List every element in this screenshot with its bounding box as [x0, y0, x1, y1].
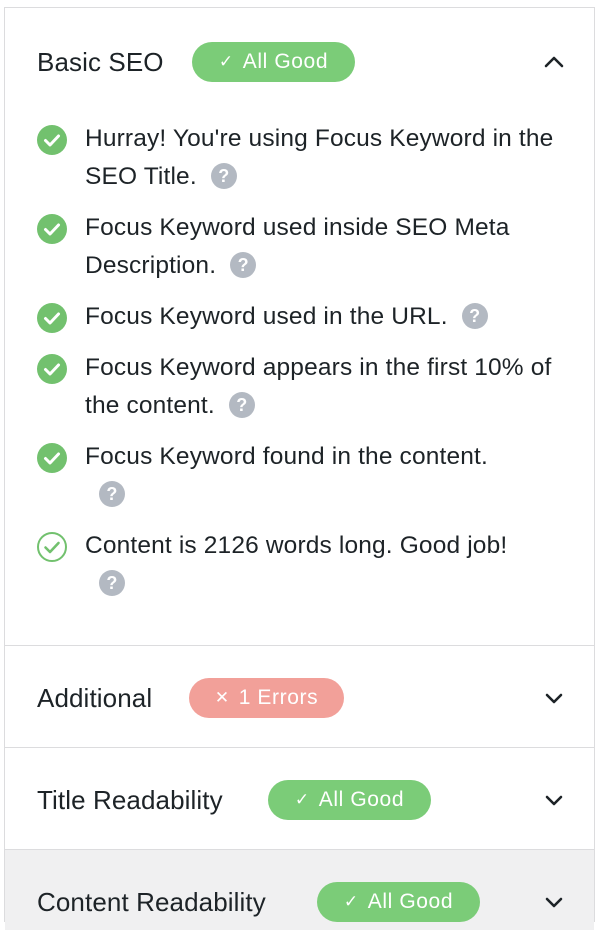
list-item-text: Focus Keyword used in the URL.? [85, 298, 569, 336]
section-title: Additional [37, 682, 153, 713]
section-title-readability: Title Readability ✓ All Good [5, 748, 594, 850]
section-basic-seo: Basic SEO ✓ All Good Hurray! You're usin… [5, 8, 594, 646]
help-icon[interactable]: ? [99, 569, 125, 596]
section-title: Content Readability [37, 886, 266, 917]
help-icon[interactable]: ? [461, 302, 488, 329]
section-header-title-readability[interactable]: Title Readability ✓ All Good [5, 770, 594, 830]
seo-analysis-panel: Basic SEO ✓ All Good Hurray! You're usin… [4, 7, 595, 930]
status-badge: ✕ 1 Errors [189, 678, 344, 718]
check-circle-icon [37, 214, 67, 244]
help-icon[interactable]: ? [99, 480, 125, 507]
status-badge-label: All Good [242, 50, 329, 73]
section-additional: Additional ✕ 1 Errors [5, 646, 594, 748]
status-badge: ✓ All Good [192, 42, 355, 82]
section-content-readability: Content Readability ✓ All Good [5, 850, 594, 930]
check-circle-icon [37, 303, 67, 333]
section-title: Title Readability [37, 784, 223, 815]
list-item-text: Focus Keyword appears in the first 10% o… [85, 354, 552, 419]
status-badge-label: 1 Errors [238, 686, 319, 709]
chevron-down-icon[interactable] [542, 686, 566, 710]
chevron-up-icon[interactable] [542, 50, 566, 74]
check-circle-outline-icon [37, 532, 67, 562]
status-badge-label: All Good [318, 788, 405, 811]
check-circle-icon [37, 354, 67, 384]
check-circle-icon [37, 443, 67, 473]
close-icon: ✕ [214, 688, 230, 707]
chevron-down-icon[interactable] [542, 788, 566, 812]
list-item-text: Focus Keyword used inside SEO Meta Descr… [85, 214, 510, 279]
check-circle-icon [37, 125, 67, 155]
section-header-content-readability[interactable]: Content Readability ✓ All Good [5, 872, 594, 932]
chevron-down-icon[interactable] [542, 890, 566, 914]
check-icon: ✓ [343, 892, 359, 911]
list-item-text: Hurray! You're using Focus Keyword in th… [85, 125, 554, 190]
section-header-basic-seo[interactable]: Basic SEO ✓ All Good [5, 32, 594, 92]
list-item-text: Content is 2126 words long. Good job!? [85, 527, 569, 603]
section-header-additional[interactable]: Additional ✕ 1 Errors [5, 668, 594, 728]
help-icon[interactable]: ? [230, 251, 257, 278]
section-title: Basic SEO [37, 46, 164, 77]
status-badge-label: All Good [367, 890, 454, 913]
check-icon: ✓ [294, 790, 310, 809]
help-icon[interactable]: ? [228, 391, 255, 418]
check-icon: ✓ [218, 52, 234, 71]
status-badge: ✓ All Good [317, 882, 480, 922]
status-badge: ✓ All Good [268, 780, 431, 820]
help-icon[interactable]: ? [210, 162, 237, 189]
list-item-text: Focus Keyword found in the content.? [85, 438, 569, 514]
